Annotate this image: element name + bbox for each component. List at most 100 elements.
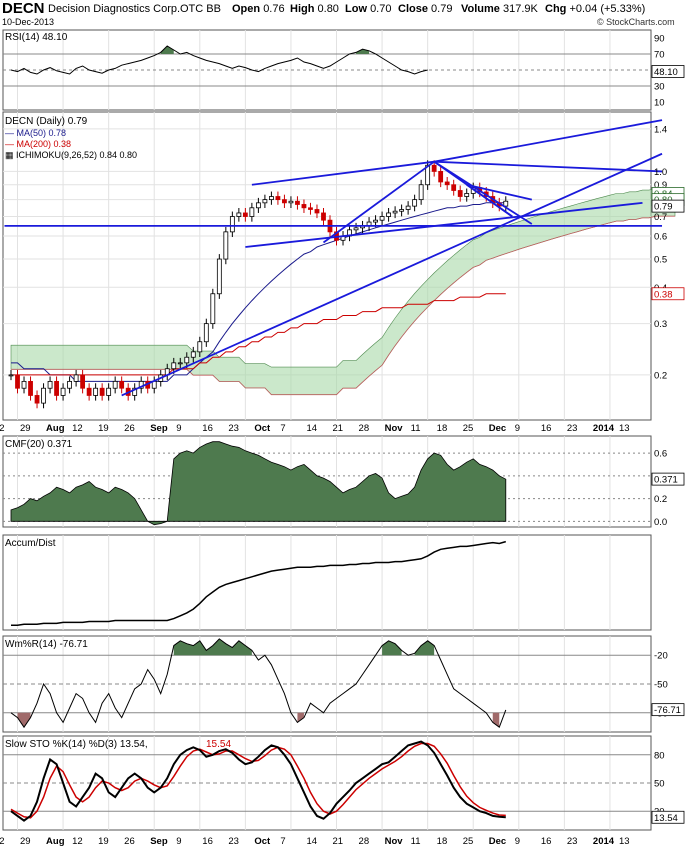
x-tick-label-top: 23 [228, 423, 239, 434]
candle-body [73, 374, 79, 382]
wmr-tick-label: -50 [654, 680, 668, 691]
ichimoku-legend: ▦ ICHIMOKU(9,26,52) 0.84 0.80 [5, 150, 137, 160]
candle-body [386, 212, 391, 217]
candle-body [438, 171, 444, 183]
candle-body [184, 356, 190, 364]
price-title: DECN (Daily) 0.79 [5, 116, 88, 127]
price-tick-label: 0.3 [654, 319, 667, 330]
x-tick-label-top: Aug [46, 423, 65, 434]
x-tick-label-bottom: 18 [437, 836, 448, 847]
candle-body [288, 200, 294, 204]
candle-body [353, 227, 359, 231]
wmr-title: Wm%R(14) -76.71 [5, 639, 88, 650]
candle-body [242, 212, 248, 217]
candle-body [418, 184, 424, 201]
candle-body [444, 181, 450, 186]
x-tick-label-bottom: Sep [150, 836, 168, 847]
price-tick-label: 1.0 [654, 167, 667, 178]
cmf-tick-label: 0.2 [654, 494, 667, 505]
candle-body [28, 380, 33, 396]
x-tick-label-top: 14 [306, 423, 317, 434]
x-tick-label-bottom: 12 [72, 836, 83, 847]
x-tick-label-bottom: 21 [333, 836, 344, 847]
candle-body [93, 387, 99, 396]
x-tick-label-top: 21 [333, 423, 344, 434]
x-tick-label-top: Dec [489, 423, 506, 434]
candle-body [431, 164, 437, 172]
x-tick-label-bottom: Nov [385, 836, 404, 847]
candle-body [229, 216, 235, 233]
candle-body [392, 210, 398, 214]
x-tick-label-top: 12 [72, 423, 83, 434]
candle-body [80, 374, 86, 389]
x-tick-label-bottom: 13 [619, 836, 630, 847]
candle-body [86, 387, 92, 396]
rsi-title: RSI(14) 48.10 [5, 32, 68, 43]
candle-body [119, 380, 125, 389]
candle-body [106, 387, 112, 396]
candle-body [308, 207, 313, 210]
candle-body [60, 387, 66, 396]
ma50-legend: — MA(50) 0.78 [5, 128, 66, 138]
x-tick-label-top: 29 [20, 423, 31, 434]
candle-body [262, 199, 268, 204]
candle-body [171, 362, 177, 370]
x-tick-label-bottom: Dec [489, 836, 506, 847]
rsi-tick-label: 10 [654, 98, 665, 109]
x-tick-label-top: 18 [437, 423, 448, 434]
x-tick-label-bottom: 16 [541, 836, 552, 847]
price-tick-label: 1.4 [654, 124, 667, 135]
x-tick-label-bottom: 19 [98, 836, 109, 847]
rsi-tick-label: 90 [654, 34, 665, 45]
candle-body [236, 212, 242, 217]
x-tick-label-top: 11 [411, 423, 421, 434]
candle-body [282, 199, 287, 204]
x-tick-label-bottom: 2014 [593, 836, 615, 847]
candle-body [112, 380, 118, 389]
cmf-last-label: 0.371 [654, 475, 678, 486]
price-last-label-ma200: 0.38 [654, 289, 673, 300]
price-last-label-close: 0.79 [654, 202, 673, 213]
rsi-tick-label: 30 [654, 82, 665, 93]
x-tick-label-bottom: 28 [359, 836, 370, 847]
price-tick-label: 0.5 [654, 255, 667, 266]
cmf-tick-label: 0.0 [654, 517, 667, 528]
x-tick-label-top: 16 [202, 423, 213, 434]
accum-title: Accum/Dist [5, 538, 56, 549]
sto-tick-label: 50 [654, 779, 665, 790]
candle-body [457, 190, 463, 197]
candle-body [314, 209, 320, 214]
candle-body [21, 380, 27, 389]
x-tick-label-bottom: 23 [567, 836, 578, 847]
candle-body [379, 216, 385, 221]
candle-body [255, 202, 261, 209]
x-tick-label-top: 16 [541, 423, 552, 434]
x-tick-label-bottom: 14 [306, 836, 317, 847]
x-tick-label-top: 13 [619, 423, 630, 434]
x-tick-label-top: Sep [150, 423, 168, 434]
candle-body [34, 395, 40, 404]
candle-body [190, 351, 196, 358]
x-tick-label-bottom: 9 [176, 836, 181, 847]
candle-body [295, 200, 300, 205]
candle-body [464, 193, 470, 197]
wmr-tick-label: -20 [654, 651, 668, 662]
x-tick-label-top: Oct [254, 423, 271, 434]
candle-body [321, 212, 326, 221]
candle-body [301, 204, 307, 209]
candle-body [54, 380, 59, 396]
x-tick-label-bottom: 29 [20, 836, 31, 847]
candle-body [177, 362, 183, 365]
candle-body [203, 323, 209, 343]
candle-body [15, 374, 20, 389]
x-tick-label-top: 25 [463, 423, 474, 434]
x-tick-label-bottom: 23 [228, 836, 239, 847]
x-tick-label-top: 9 [515, 423, 520, 434]
x-tick-label-top: 23 [567, 423, 578, 434]
candle-body [216, 258, 222, 295]
x-tick-label-top: 28 [359, 423, 370, 434]
sto-title: Slow STO %K(14) %D(3) 13.54, [5, 739, 148, 750]
cmf-tick-label: 0.6 [654, 449, 667, 460]
x-tick-label-top: 19 [98, 423, 109, 434]
x-tick-label-bottom: 16 [202, 836, 213, 847]
